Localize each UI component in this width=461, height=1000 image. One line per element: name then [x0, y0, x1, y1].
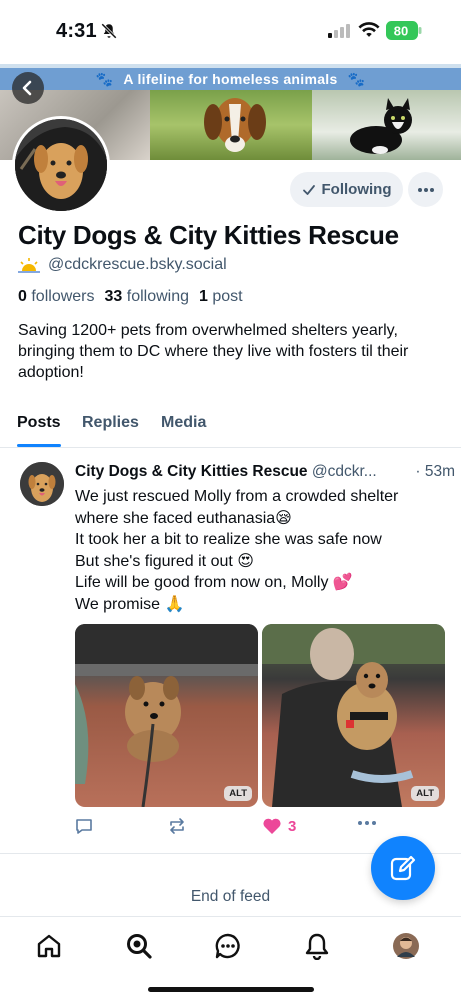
post-line: We just rescued Molly from a crowded she…	[75, 488, 399, 505]
search-icon	[127, 934, 152, 959]
nav-search[interactable]	[124, 931, 154, 961]
handle-row: @cdckrescue.bsky.social	[18, 256, 227, 274]
status-bar: 4:31 80	[0, 0, 461, 64]
profile-bio: Saving 1200+ pets from overwhelmed shelt…	[18, 322, 409, 381]
cat-illustration	[350, 98, 412, 154]
like-count: 3	[288, 817, 297, 835]
compose-button[interactable]	[371, 836, 435, 900]
dog-held-photo	[262, 624, 445, 807]
sunrise-icon	[18, 258, 40, 273]
like-button[interactable]: 3	[262, 817, 296, 835]
repost-button[interactable]	[168, 817, 186, 835]
post-actions: 3	[75, 817, 445, 841]
profile-tabs: Posts Replies Media	[0, 408, 461, 448]
post-author-avatar[interactable]	[20, 462, 64, 506]
chevron-left-icon	[22, 80, 32, 96]
tab-replies[interactable]: Replies	[82, 414, 139, 432]
more-options-button[interactable]	[408, 172, 443, 207]
active-tab-indicator	[17, 444, 61, 447]
signal-icon	[328, 24, 350, 38]
tab-posts[interactable]: Posts	[17, 414, 61, 432]
dog-photo	[75, 624, 258, 807]
nav-home[interactable]	[34, 931, 64, 961]
post-line: Life will be good from now on, Molly 💕	[75, 574, 353, 591]
profile-name: City Dogs & City Kitties Rescue	[18, 220, 399, 250]
post-text: We just rescued Molly from a crowded she…	[75, 486, 445, 615]
alt-badge[interactable]: ALT	[411, 786, 439, 801]
profile-stats: 0 followers 33 following 1 post	[18, 288, 243, 306]
followers-stat[interactable]: 0 followers	[18, 288, 95, 306]
bottom-nav	[0, 916, 461, 1000]
bell-off-icon	[101, 23, 117, 39]
wifi-icon	[358, 22, 380, 37]
banner-text: A lifeline for homeless animals	[123, 71, 338, 87]
post-more-button[interactable]	[357, 820, 377, 826]
dog-avatar-image	[20, 462, 64, 506]
profile-avatar[interactable]	[12, 116, 110, 214]
post-line: We promise 🙏	[75, 595, 185, 613]
svg-text:80: 80	[394, 24, 408, 39]
paw-icon: 🐾	[347, 70, 366, 87]
post-author-handle[interactable]: @cdckr...	[312, 463, 377, 480]
dog-illustration	[204, 98, 266, 152]
post-timestamp: · 53m	[415, 463, 455, 480]
alt-badge[interactable]: ALT	[224, 786, 252, 801]
following-button[interactable]: Following	[290, 172, 403, 207]
repost-icon	[170, 818, 184, 834]
user-avatar-icon	[393, 933, 419, 959]
back-button[interactable]	[12, 72, 44, 104]
ellipsis-icon	[417, 187, 434, 192]
ellipsis-icon	[358, 821, 376, 825]
profile-handle: @cdckrescue.bsky.social	[48, 256, 227, 273]
nav-profile[interactable]	[391, 931, 421, 961]
home-icon	[37, 934, 61, 958]
post-line: But she's figured it out 😍	[75, 552, 254, 570]
following-stat[interactable]: 33 following	[105, 288, 190, 306]
reply-button[interactable]	[75, 817, 93, 835]
banner-strip: 🐾 A lifeline for homeless animals 🐾	[0, 68, 461, 90]
battery-charging-icon: 80	[386, 21, 422, 40]
status-time: 4:31	[56, 20, 97, 42]
nav-notifications[interactable]	[302, 931, 332, 961]
home-indicator	[148, 987, 314, 992]
paw-icon: 🐾	[95, 70, 114, 87]
check-icon	[302, 184, 315, 195]
post-author-name[interactable]: City Dogs & City Kitties Rescue	[75, 463, 308, 480]
tab-media[interactable]: Media	[161, 414, 206, 432]
following-button-label: Following	[321, 181, 392, 198]
chat-icon	[215, 933, 240, 959]
reply-icon	[76, 819, 92, 834]
compose-icon	[390, 855, 416, 881]
heart-filled-icon	[263, 818, 281, 834]
posts-stat: 1 post	[199, 288, 243, 305]
bell-icon	[305, 933, 329, 960]
post-header: City Dogs & City Kitties Rescue @cdckr..…	[75, 463, 455, 481]
post-line: It took her a bit to realize she was saf…	[75, 531, 382, 548]
nav-chat[interactable]	[213, 931, 243, 961]
post-line: where she faced euthanasia😪	[75, 509, 292, 527]
dog-avatar-image	[15, 119, 107, 211]
post-image-2[interactable]: ALT	[262, 624, 445, 807]
post-image-1[interactable]: ALT	[75, 624, 258, 807]
